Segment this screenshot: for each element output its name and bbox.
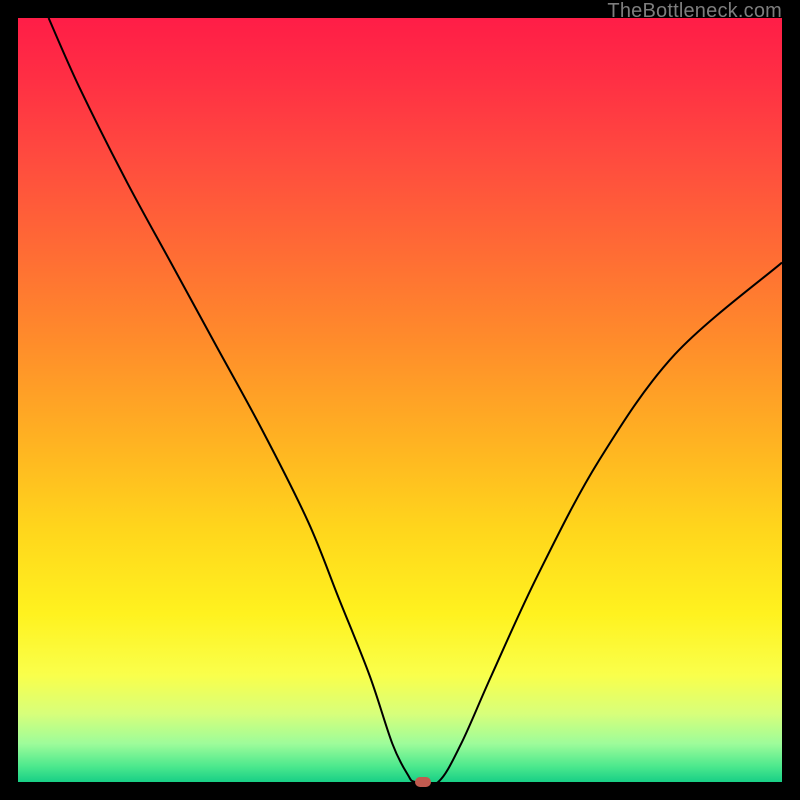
curve-line bbox=[49, 18, 782, 782]
chart-frame: TheBottleneck.com bbox=[0, 0, 800, 800]
optimum-marker bbox=[415, 777, 431, 787]
plot-area bbox=[18, 18, 782, 782]
bottleneck-curve bbox=[18, 18, 782, 782]
